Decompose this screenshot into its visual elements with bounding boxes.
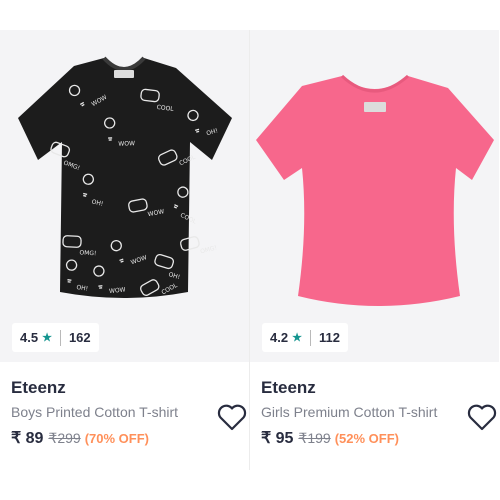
- product-info[interactable]: Eteenz Girls Premium Cotton T-shirt ₹ 95…: [250, 362, 499, 470]
- print-doodle-text: OMG!: [79, 249, 96, 257]
- price-row: ₹ 95 ₹199 (52% OFF): [261, 428, 399, 448]
- product-mrp: ₹199: [298, 430, 331, 446]
- rating-badge: 4.2 ★ 112: [262, 323, 348, 352]
- top-strip: [0, 0, 500, 30]
- rating-count: 162: [68, 330, 91, 345]
- product-image[interactable]: 4.2 ★ 112: [250, 30, 499, 362]
- rating-value: 4.5: [20, 330, 39, 345]
- star-icon: ★: [42, 332, 52, 344]
- product-name: Girls Premium Cotton T-shirt: [261, 404, 438, 420]
- print-doodle-text: WOW: [118, 140, 135, 148]
- product-name: Boys Printed Cotton T-shirt: [11, 404, 179, 420]
- product-discount: (70% OFF): [84, 431, 149, 446]
- product-mrp: ₹299: [48, 430, 81, 446]
- product-card[interactable]: WOW COOL OH! OMG! WOW COOL OH! WOW COOL OMG! WOW OH…: [0, 30, 249, 470]
- rating-badge: 4.5 ★ 162: [12, 323, 99, 352]
- heart-outline-icon[interactable]: [466, 402, 498, 432]
- product-image[interactable]: WOW COOL OH! OMG! WOW COOL OH! WOW COOL OMG! WOW OH…: [0, 30, 249, 362]
- product-info[interactable]: Eteenz Boys Printed Cotton T-shirt ₹ 89 …: [0, 362, 249, 470]
- product-brand: Eteenz: [261, 378, 316, 397]
- star-icon: ★: [292, 332, 302, 344]
- rating-divider: [59, 329, 61, 346]
- rating-value: 4.2: [270, 330, 289, 345]
- tshirt-image: WOWCOOLOH!OMG!WOWCOOLOH!WOW COOLOMG!WOWOH…: [18, 56, 232, 298]
- bottom-strip: [0, 470, 500, 500]
- rating-count: 112: [318, 330, 340, 345]
- tshirt-image: [256, 74, 494, 306]
- product-card[interactable]: 4.2 ★ 112 Eteenz Girls Premium Cotton T-…: [250, 30, 499, 470]
- product-price: ₹ 95: [261, 430, 294, 447]
- product-discount: (52% OFF): [334, 431, 399, 446]
- print-doodle-text: OMG!: [200, 244, 218, 255]
- product-brand: Eteenz: [11, 378, 66, 397]
- heart-outline-icon[interactable]: [216, 402, 248, 432]
- rating-divider: [309, 329, 311, 346]
- price-row: ₹ 89 ₹299 (70% OFF): [11, 428, 149, 448]
- product-price: ₹ 89: [11, 430, 44, 447]
